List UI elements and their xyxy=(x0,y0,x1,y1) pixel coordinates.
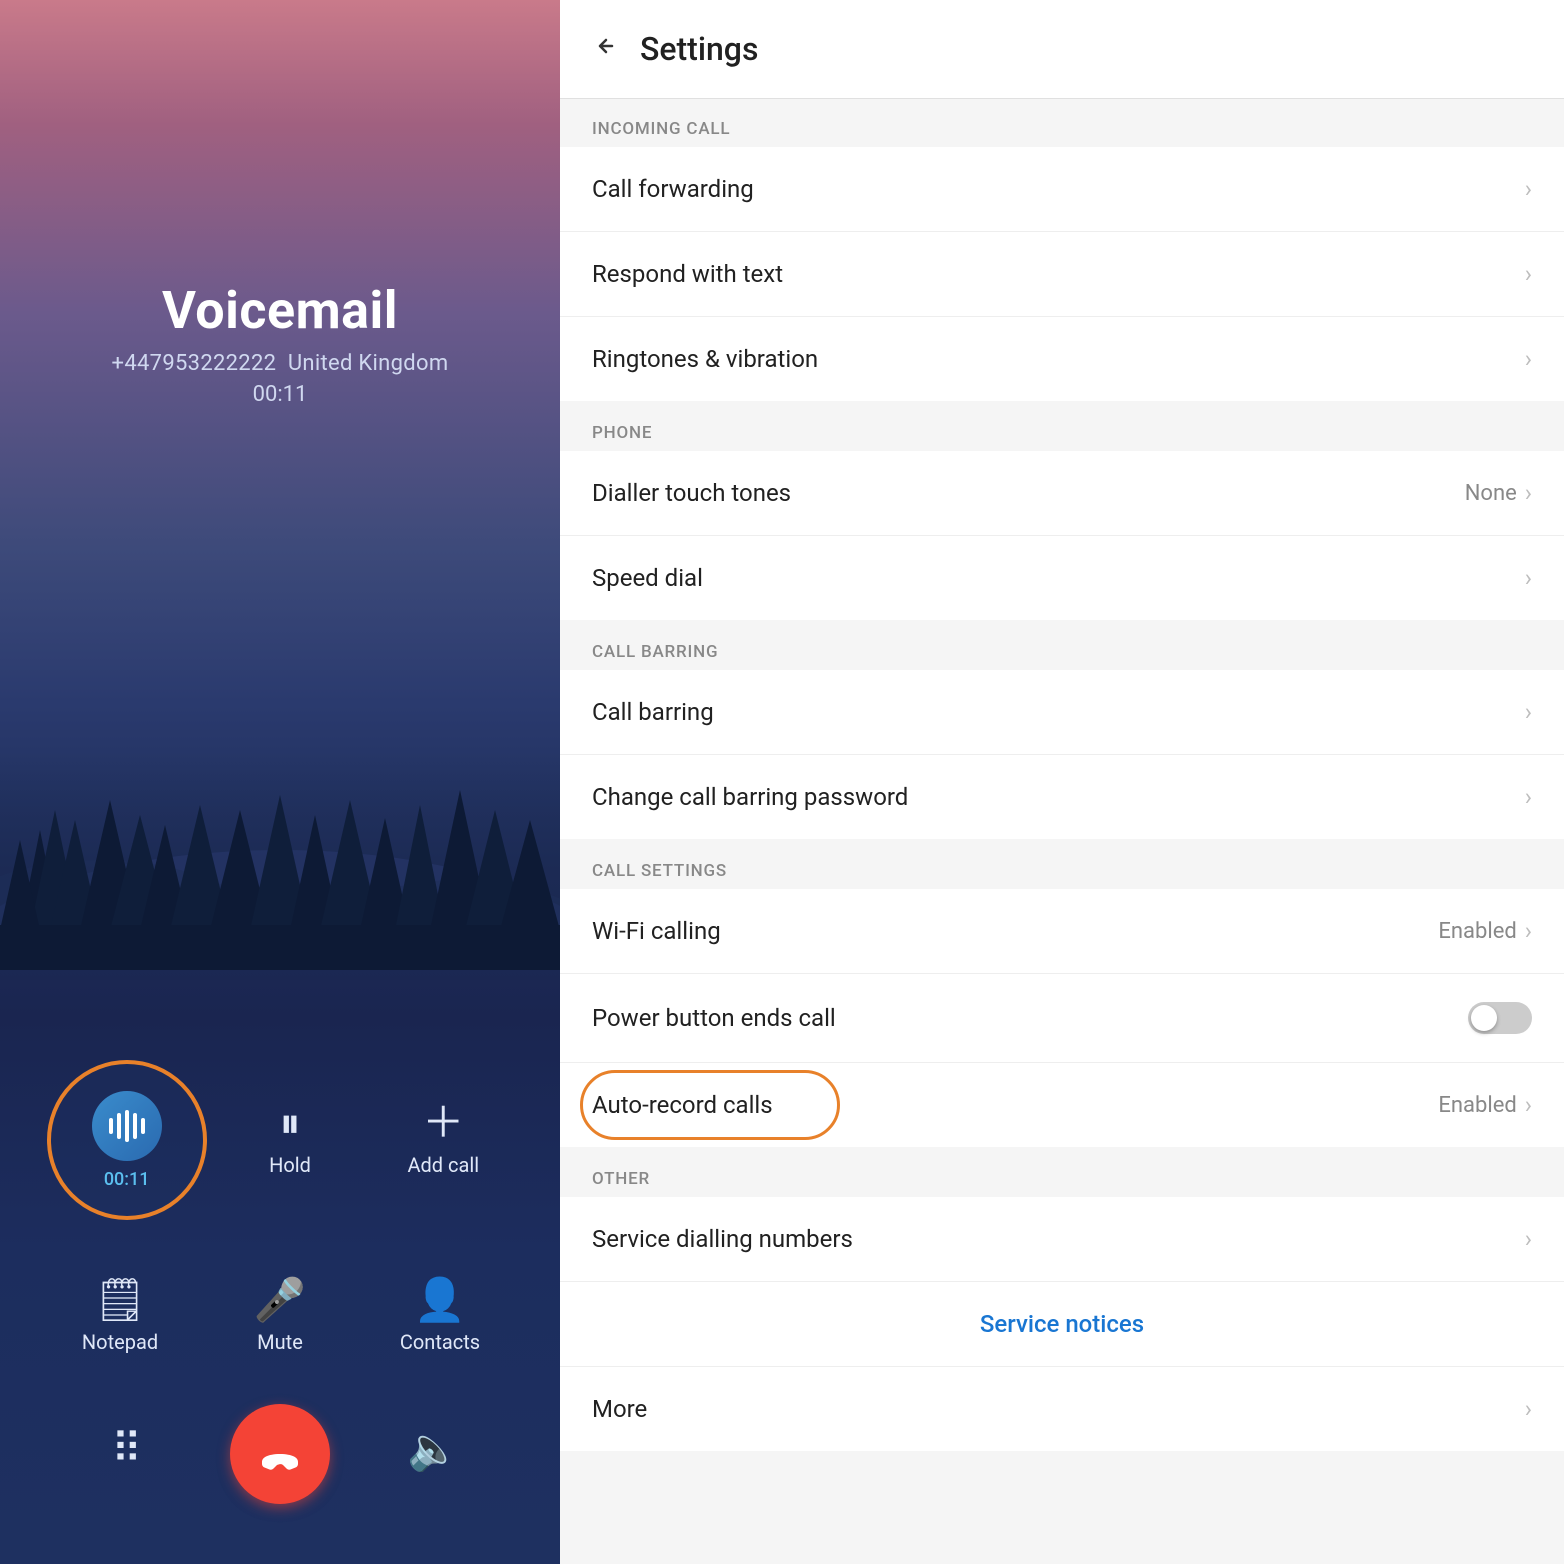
back-button[interactable] xyxy=(592,32,620,67)
pause-icon: ⏸ xyxy=(279,1103,300,1145)
trees-decoration xyxy=(0,730,560,970)
contacts-button[interactable]: 👤 Contacts xyxy=(370,1280,510,1354)
chevron-icon: › xyxy=(1525,479,1532,507)
chevron-icon: › xyxy=(1525,698,1532,726)
item-speed-dial[interactable]: Speed dial › xyxy=(560,536,1564,620)
caller-number-location: +447953222222 United Kingdom xyxy=(112,351,449,376)
settings-title: Settings xyxy=(640,30,758,68)
hold-label: Hold xyxy=(269,1153,311,1177)
chevron-icon: › xyxy=(1525,1225,1532,1253)
mute-button[interactable]: 🎤 Mute xyxy=(210,1280,350,1354)
back-arrow-icon xyxy=(592,32,620,60)
chevron-icon: › xyxy=(1525,917,1532,945)
chevron-icon: › xyxy=(1525,783,1532,811)
call-panel: Voicemail +447953222222 United Kingdom 0… xyxy=(0,0,560,1564)
power-button-ends-call-toggle[interactable] xyxy=(1468,1002,1532,1034)
notepad-icon: 🗒 xyxy=(93,1280,146,1322)
group-call-settings: Wi-Fi calling Enabled › Power button end… xyxy=(560,889,1564,1147)
item-respond-with-text[interactable]: Respond with text › xyxy=(560,232,1564,317)
chevron-icon: › xyxy=(1525,345,1532,373)
contacts-label: Contacts xyxy=(400,1330,480,1354)
add-call-icon: ＋ xyxy=(422,1103,464,1145)
contacts-icon: 👤 xyxy=(414,1280,466,1322)
item-auto-record-calls[interactable]: Auto-record calls Enabled › xyxy=(560,1063,1564,1147)
speaker-button[interactable]: 🔈 xyxy=(363,1429,503,1479)
dialpad-icon: ⠿ xyxy=(111,1429,142,1471)
mute-icon: 🎤 xyxy=(254,1280,306,1322)
notepad-label: Notepad xyxy=(82,1330,158,1354)
end-call-button[interactable] xyxy=(230,1404,330,1504)
group-incoming-call: Call forwarding › Respond with text › Ri… xyxy=(560,147,1564,401)
item-change-call-barring-password[interactable]: Change call barring password › xyxy=(560,755,1564,839)
settings-panel: Settings INCOMING CALL Call forwarding ›… xyxy=(560,0,1564,1564)
group-other: Service dialling numbers › Service notic… xyxy=(560,1197,1564,1451)
group-call-barring: Call barring › Change call barring passw… xyxy=(560,670,1564,839)
service-notices-label: Service notices xyxy=(980,1310,1144,1338)
add-call-button[interactable]: ＋ Add call xyxy=(373,1103,513,1177)
section-header-other: OTHER xyxy=(560,1149,1564,1197)
item-call-forwarding[interactable]: Call forwarding › xyxy=(560,147,1564,232)
section-header-call-barring: CALL BARRING xyxy=(560,622,1564,670)
item-power-button-ends-call[interactable]: Power button ends call xyxy=(560,974,1564,1063)
timer-label: 00:11 xyxy=(104,1169,150,1190)
call-info: Voicemail +447953222222 United Kingdom 0… xyxy=(0,0,560,407)
settings-body: INCOMING CALL Call forwarding › Respond … xyxy=(560,99,1564,1564)
mute-label: Mute xyxy=(257,1330,303,1354)
item-service-dialling-numbers[interactable]: Service dialling numbers › xyxy=(560,1197,1564,1282)
chevron-icon: › xyxy=(1525,260,1532,288)
call-row-mid: 🗒 Notepad 🎤 Mute 👤 Contacts xyxy=(0,1280,560,1354)
chevron-icon: › xyxy=(1525,564,1532,592)
chevron-icon: › xyxy=(1525,1091,1532,1119)
section-header-call-settings: CALL SETTINGS xyxy=(560,841,1564,889)
end-call-icon xyxy=(256,1430,304,1478)
add-call-label: Add call xyxy=(407,1153,479,1177)
voicemail-icon xyxy=(92,1091,162,1161)
item-more[interactable]: More › xyxy=(560,1367,1564,1451)
caller-name: Voicemail xyxy=(162,280,398,341)
call-row-top: 00:11 ⏸ Hold ＋ Add call xyxy=(0,1060,560,1220)
item-ringtones-vibration[interactable]: Ringtones & vibration › xyxy=(560,317,1564,401)
settings-header: Settings xyxy=(560,0,1564,99)
hold-button[interactable]: ⏸ Hold xyxy=(220,1103,360,1177)
group-phone: Dialler touch tones None › Speed dial › xyxy=(560,451,1564,620)
chevron-icon: › xyxy=(1525,175,1532,203)
speaker-icon: 🔈 xyxy=(407,1429,459,1471)
section-header-phone: PHONE xyxy=(560,403,1564,451)
dialpad-button[interactable]: ⠿ xyxy=(57,1429,197,1479)
item-dialler-touch-tones[interactable]: Dialler touch tones None › xyxy=(560,451,1564,536)
item-call-barring[interactable]: Call barring › xyxy=(560,670,1564,755)
notepad-button[interactable]: 🗒 Notepad xyxy=(50,1280,190,1354)
call-timer-button[interactable]: 00:11 xyxy=(47,1060,207,1220)
call-buttons-area: 00:11 ⏸ Hold ＋ Add call 🗒 Notepad 🎤 Mute xyxy=(0,1060,560,1564)
item-wifi-calling[interactable]: Wi-Fi calling Enabled › xyxy=(560,889,1564,974)
call-timer-display: 00:11 xyxy=(253,382,308,407)
chevron-icon: › xyxy=(1525,1395,1532,1423)
item-service-notices[interactable]: Service notices xyxy=(560,1282,1564,1367)
call-row-bottom: ⠿ 🔈 xyxy=(0,1404,560,1504)
section-header-incoming-call: INCOMING CALL xyxy=(560,99,1564,147)
